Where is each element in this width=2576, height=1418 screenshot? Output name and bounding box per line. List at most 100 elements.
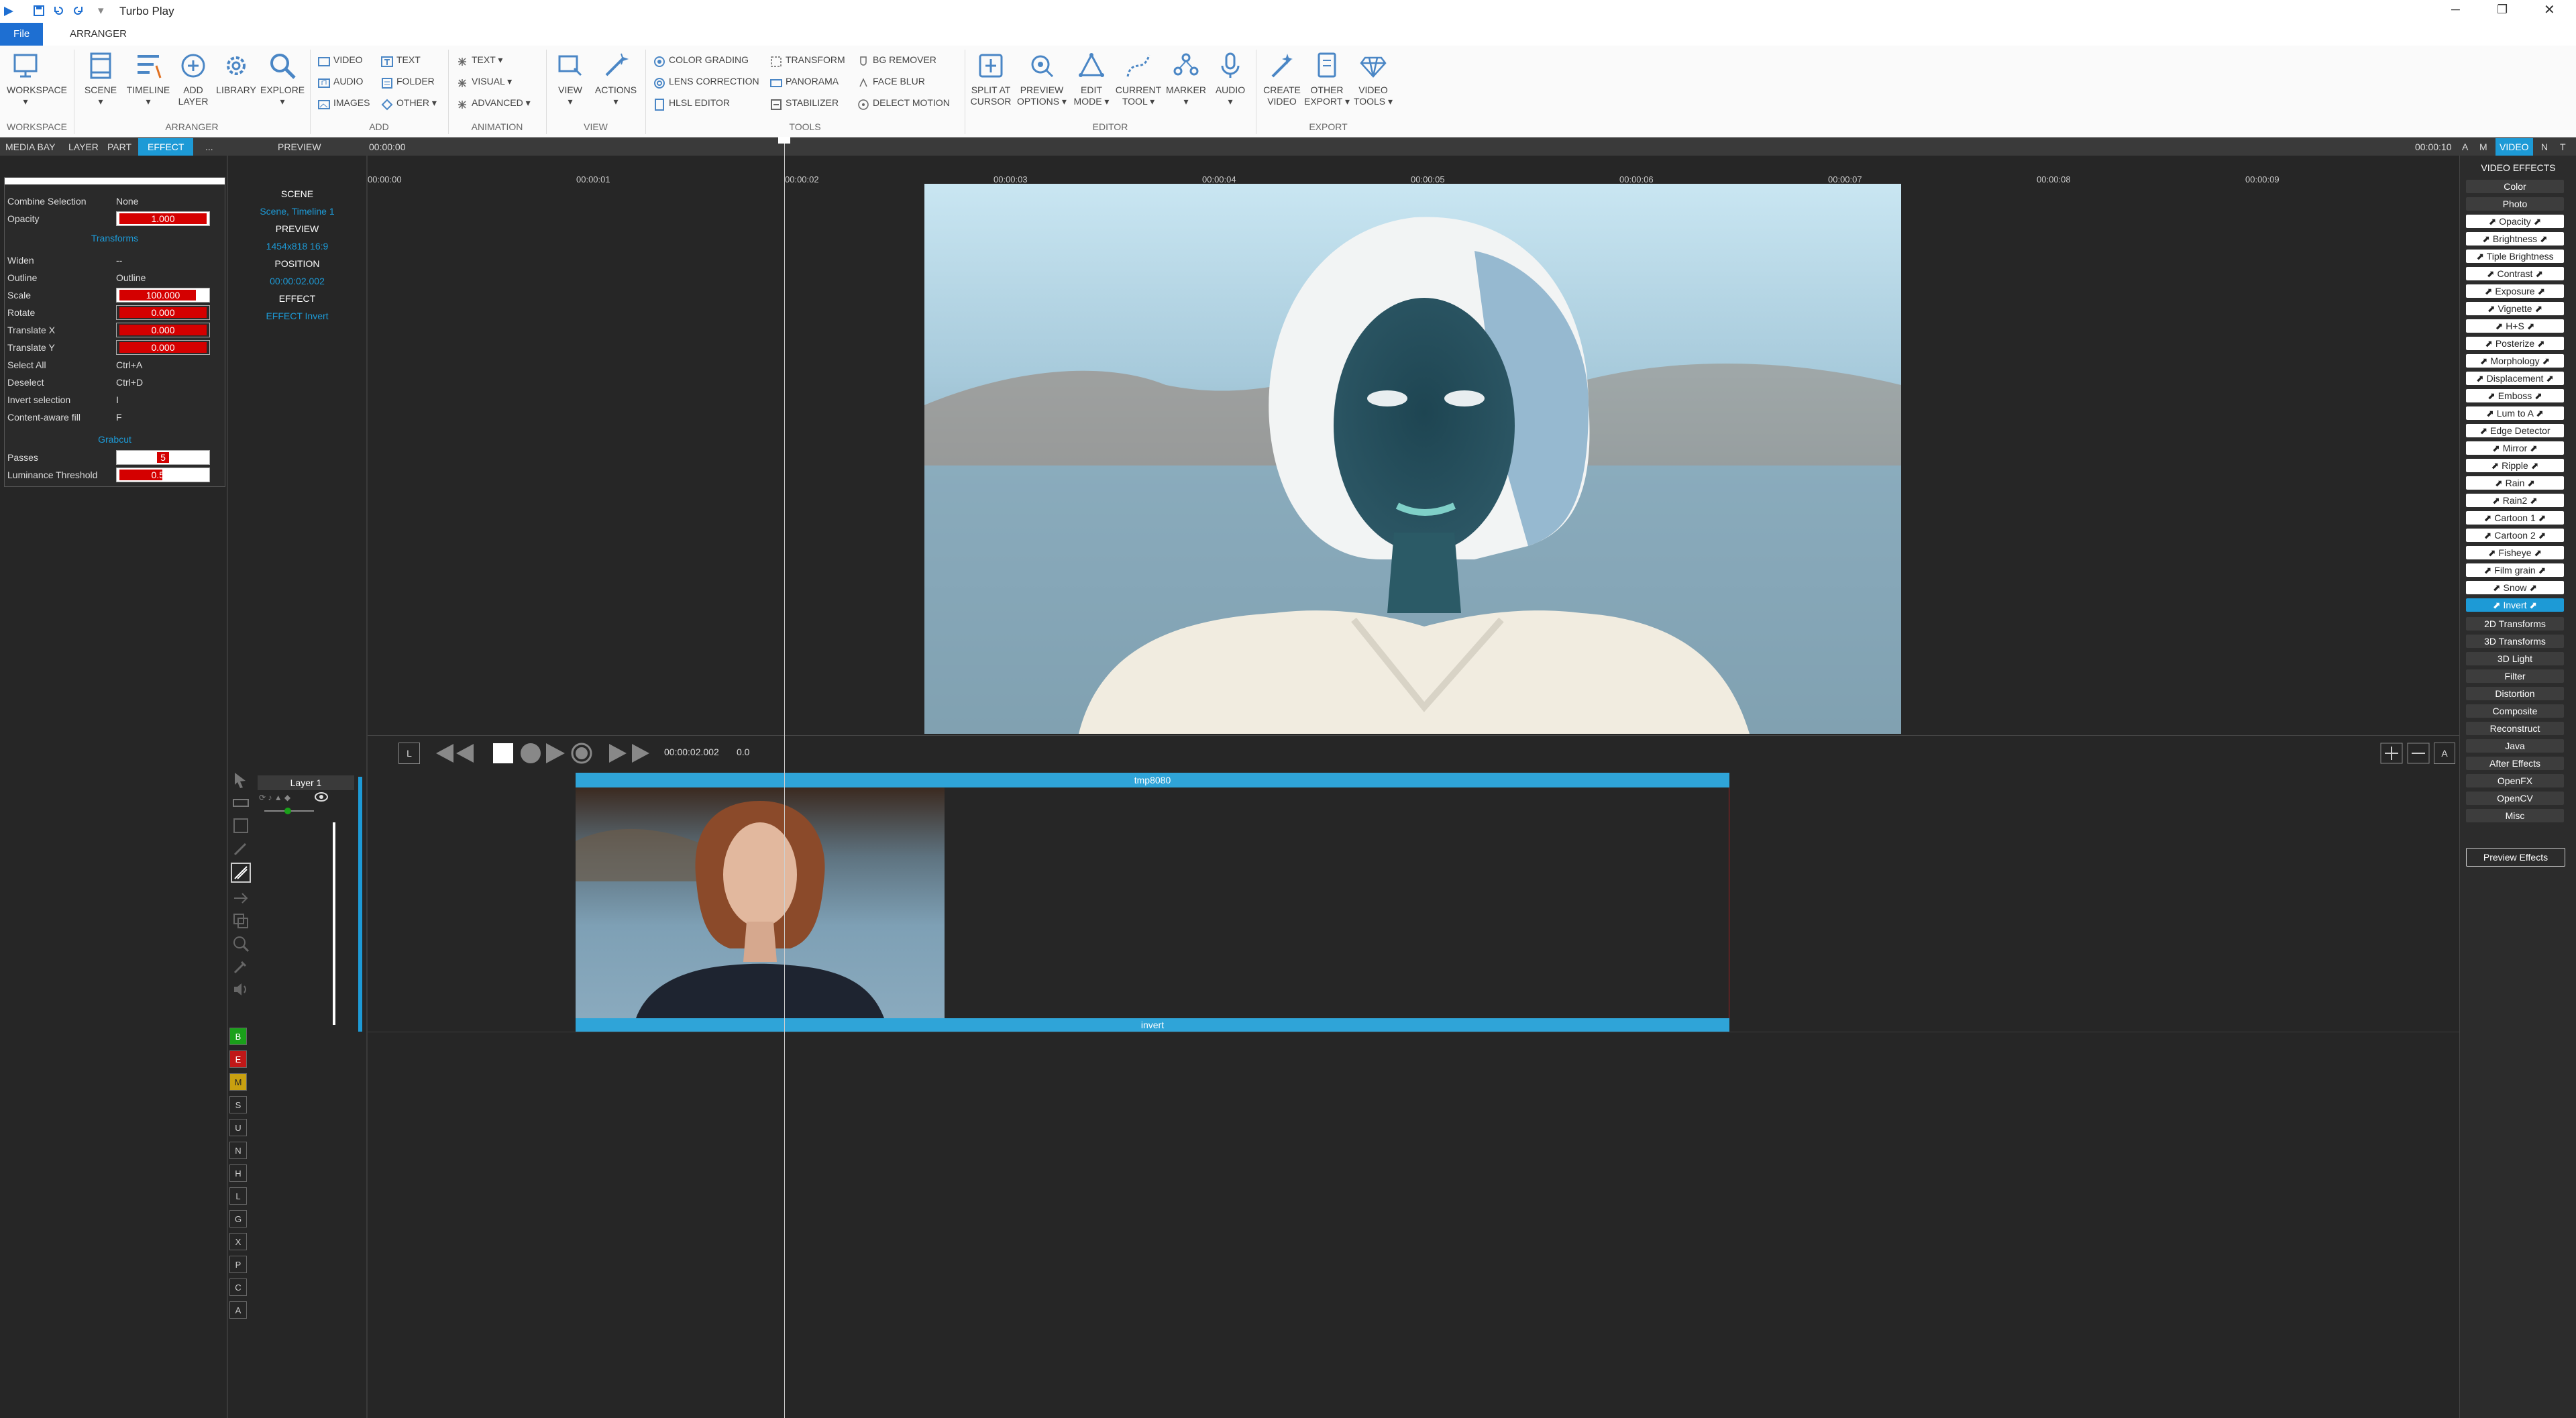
add-other-button[interactable]: OTHER ▾ bbox=[381, 93, 437, 113]
magnifier-icon[interactable] bbox=[232, 935, 250, 956]
add-text-button[interactable]: TEXT bbox=[381, 50, 421, 70]
quick-access-dropdown-icon[interactable]: ▾ bbox=[98, 4, 104, 17]
save-icon[interactable] bbox=[34, 5, 44, 19]
bg-remover-button[interactable]: BG REMOVER bbox=[857, 50, 936, 70]
content-aware-fill-label[interactable]: Content-aware fill bbox=[7, 408, 80, 426]
arrow-right-icon[interactable] bbox=[232, 889, 250, 910]
track-button-l[interactable]: L bbox=[229, 1187, 247, 1205]
zoom-out-button[interactable] bbox=[2407, 743, 2430, 767]
delect-motion-button[interactable]: DELECT MOTION bbox=[857, 93, 950, 113]
tab-layer[interactable]: LAYER bbox=[64, 138, 103, 156]
fx-category-after-effects[interactable]: After Effects bbox=[2466, 757, 2564, 770]
add-images-button[interactable]: IMAGES bbox=[318, 93, 370, 113]
select-all-label[interactable]: Select All bbox=[7, 356, 46, 374]
tab-part[interactable]: PART bbox=[103, 138, 136, 156]
fx-cartoon-1[interactable]: ⬈ Cartoon 1 ⬈ bbox=[2466, 511, 2564, 525]
widen-value[interactable]: -- bbox=[116, 252, 122, 269]
fx-brightness[interactable]: ⬈ Brightness ⬈ bbox=[2466, 232, 2564, 246]
opacity-slider[interactable]: 1.000 bbox=[116, 211, 210, 226]
fx-posterize[interactable]: ⬈ Posterize ⬈ bbox=[2466, 337, 2564, 350]
effect-tool-icon[interactable] bbox=[231, 863, 251, 886]
audio-editor-button[interactable]: AUDIO ▾ bbox=[1209, 51, 1252, 107]
fx-edge-detector[interactable]: ⬈ Edge Detector bbox=[2466, 424, 2564, 437]
track-button-u[interactable]: U bbox=[229, 1119, 247, 1136]
eyedropper-icon[interactable] bbox=[232, 958, 250, 979]
restore-icon[interactable]: ❐ bbox=[2497, 3, 2508, 17]
view-button[interactable]: VIEW ▾ bbox=[551, 51, 589, 107]
color-grading-button[interactable]: COLOR GRADING bbox=[653, 50, 749, 70]
add-layer-button[interactable]: ADD LAYER bbox=[174, 51, 212, 107]
track-button-b[interactable]: B bbox=[229, 1028, 247, 1045]
close-icon[interactable]: ✕ bbox=[2544, 1, 2555, 18]
anim-text-button[interactable]: TEXT ▾ bbox=[456, 50, 502, 70]
fx-category-photo[interactable]: Photo bbox=[2466, 197, 2564, 211]
layer-name[interactable]: Layer 1 bbox=[258, 775, 354, 790]
track-button-n[interactable]: N bbox=[229, 1142, 247, 1159]
anim-advanced-button[interactable]: ADVANCED ▾ bbox=[456, 93, 531, 113]
speaker-icon[interactable] bbox=[232, 981, 250, 1001]
fx-hs[interactable]: ⬈ H+S ⬈ bbox=[2466, 319, 2564, 333]
fx-fisheye[interactable]: ⬈ Fisheye ⬈ bbox=[2466, 546, 2564, 559]
face-blur-button[interactable]: FACE BLUR bbox=[857, 71, 925, 91]
fx-snow[interactable]: ⬈ Snow ⬈ bbox=[2466, 581, 2564, 594]
track-button-x[interactable]: X bbox=[229, 1233, 247, 1250]
add-audio-button[interactable]: AUDIO bbox=[318, 71, 363, 91]
actions-button[interactable]: ACTIONS ▾ bbox=[593, 51, 639, 107]
fx-category-openfx[interactable]: OpenFX bbox=[2466, 774, 2564, 787]
box-select-icon[interactable] bbox=[232, 817, 250, 838]
copy-icon[interactable] bbox=[232, 912, 250, 933]
menu-file[interactable]: File bbox=[0, 23, 44, 46]
fx-vignette[interactable]: ⬈ Vignette ⬈ bbox=[2466, 302, 2564, 315]
pointer-icon[interactable] bbox=[232, 771, 250, 792]
invert-selection-label[interactable]: Invert selection bbox=[7, 391, 70, 408]
edit-mode-button[interactable]: EDIT MODE ▾ bbox=[1069, 51, 1114, 107]
track-button-c[interactable]: C bbox=[229, 1278, 247, 1296]
record-button[interactable] bbox=[519, 743, 542, 769]
effect-strip[interactable]: invert bbox=[576, 1018, 1729, 1032]
preview-frame[interactable] bbox=[924, 184, 1901, 734]
video-tools-button[interactable]: VIDEO TOOLS ▾ bbox=[1351, 51, 1395, 107]
hlsl-editor-button[interactable]: HLSL EDITOR bbox=[653, 93, 730, 113]
track-button-a[interactable]: A bbox=[229, 1301, 247, 1319]
fx-category-3d-transforms[interactable]: 3D Transforms bbox=[2466, 635, 2564, 648]
fx-film-grain[interactable]: ⬈ Film grain ⬈ bbox=[2466, 563, 2564, 577]
explore-button[interactable]: EXPLORE ▾ bbox=[260, 51, 305, 107]
track-button-m[interactable]: M bbox=[229, 1073, 247, 1091]
deselect-label[interactable]: Deselect bbox=[7, 374, 44, 391]
fx-category-misc[interactable]: Misc bbox=[2466, 809, 2564, 822]
scale-slider[interactable]: 100.000 bbox=[116, 288, 210, 303]
tab-t[interactable]: T bbox=[2556, 138, 2570, 156]
create-video-button[interactable]: CREATE VIDEO bbox=[1260, 51, 1304, 107]
fx-category-3d-light[interactable]: 3D Light bbox=[2466, 652, 2564, 665]
play-button[interactable] bbox=[545, 743, 566, 767]
luminance-threshold-slider[interactable]: 0.500 bbox=[116, 468, 210, 482]
split-at-cursor-button[interactable]: SPLIT AT CURSOR bbox=[969, 51, 1013, 107]
tab-effect[interactable]: EFFECT bbox=[138, 138, 194, 156]
loop-button[interactable]: L bbox=[398, 743, 420, 764]
playhead-handle[interactable] bbox=[778, 137, 790, 144]
track-button-p[interactable]: P bbox=[229, 1256, 247, 1273]
track-button-s[interactable]: S bbox=[229, 1096, 247, 1113]
fx-category-2d-transforms[interactable]: 2D Transforms bbox=[2466, 617, 2564, 631]
layer-tool-icons[interactable]: ⟳ ♪ ▲ ◆ bbox=[259, 793, 290, 802]
fx-tiple-brightness[interactable]: ⬈ Tiple Brightness bbox=[2466, 250, 2564, 263]
fx-invert[interactable]: ⬈ Invert ⬈ bbox=[2466, 598, 2564, 612]
fx-category-java[interactable]: Java bbox=[2466, 739, 2564, 753]
library-button[interactable]: LIBRARY bbox=[213, 51, 259, 96]
fx-category-composite[interactable]: Composite bbox=[2466, 704, 2564, 718]
fx-category-reconstruct[interactable]: Reconstruct bbox=[2466, 722, 2564, 735]
anim-visual-button[interactable]: VISUAL ▾ bbox=[456, 71, 512, 91]
tab-a[interactable]: A bbox=[2458, 138, 2472, 156]
track-button-h[interactable]: H bbox=[229, 1164, 247, 1182]
transform-button[interactable]: TRANSFORM bbox=[770, 50, 845, 70]
tab-n[interactable]: N bbox=[2537, 138, 2552, 156]
track-button-g[interactable]: G bbox=[229, 1210, 247, 1228]
fx-rain[interactable]: ⬈ Rain ⬈ bbox=[2466, 476, 2564, 490]
range-select-icon[interactable] bbox=[232, 794, 250, 815]
workspace-button[interactable]: WORKSPACE ▾ bbox=[7, 51, 67, 107]
auto-zoom-button[interactable]: A bbox=[2434, 743, 2455, 764]
rewind-button[interactable] bbox=[435, 743, 475, 767]
outline-value[interactable]: Outline bbox=[116, 269, 146, 286]
lens-correction-button[interactable]: LENS CORRECTION bbox=[653, 71, 759, 91]
fx-ripple[interactable]: ⬈ Ripple ⬈ bbox=[2466, 459, 2564, 472]
